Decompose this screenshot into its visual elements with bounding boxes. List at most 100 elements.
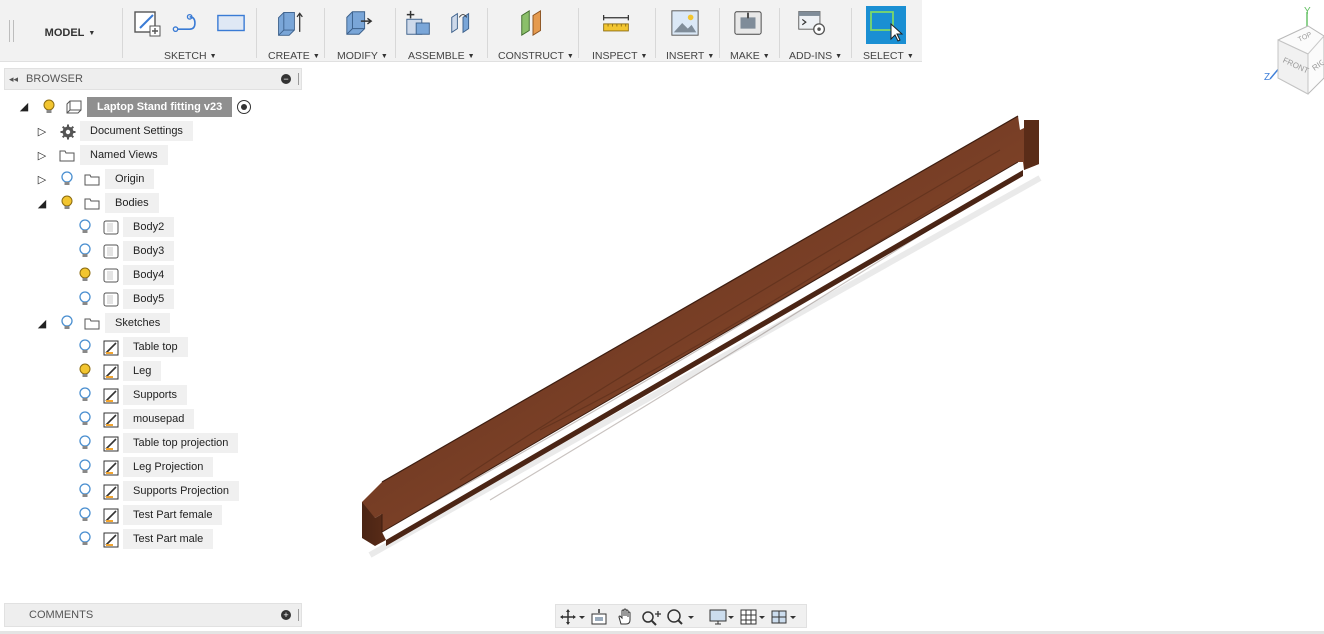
viewcube[interactable]: Y Z TOP FRONT RIGHT — [1262, 6, 1324, 98]
collapse-icon[interactable]: − — [281, 74, 291, 84]
axis-y-label: Y — [1304, 6, 1311, 17]
visibility-bulb-icon[interactable] — [78, 291, 92, 307]
look-at-icon[interactable] — [590, 608, 610, 626]
collapse-triangle-icon[interactable]: ◢ — [18, 99, 30, 113]
visibility-bulb-icon[interactable] — [78, 363, 92, 379]
offset-plane-icon[interactable] — [518, 8, 548, 38]
orbit-icon[interactable] — [559, 608, 585, 626]
insert-image-icon[interactable] — [670, 8, 700, 38]
tree-item-body3[interactable]: Body3 — [123, 241, 175, 261]
zoom-window-icon[interactable] — [666, 608, 694, 626]
visibility-bulb-icon[interactable] — [78, 339, 92, 355]
sketch-icon — [103, 484, 119, 500]
tree-item-sketch[interactable]: mousepad — [123, 409, 195, 429]
toolbar-separator — [578, 8, 579, 58]
toolbar-separator — [719, 8, 720, 58]
viewports-icon[interactable] — [770, 608, 796, 626]
tree-item-sketch[interactable]: Supports — [123, 385, 188, 405]
collapse-left-icon[interactable]: ◂◂ — [9, 74, 18, 85]
tree-item-sketch[interactable]: Test Part male — [123, 529, 214, 549]
folder-icon — [84, 197, 100, 211]
grid-settings-icon[interactable] — [739, 608, 765, 626]
visibility-bulb-icon[interactable] — [60, 315, 74, 331]
toolbar-separator — [122, 8, 123, 58]
create-sketch-icon[interactable] — [132, 8, 162, 38]
visibility-bulb-icon[interactable] — [60, 195, 74, 211]
visibility-bulb-icon[interactable] — [78, 531, 92, 547]
panel-pin-icon[interactable] — [298, 609, 300, 621]
tree-item-sketch[interactable]: Table top projection — [123, 433, 239, 453]
workspace-dropdown[interactable]: MODEL ▼ — [30, 20, 110, 46]
pan-hand-icon[interactable] — [616, 608, 636, 626]
rectangle-tool-icon[interactable] — [216, 8, 246, 38]
tree-item-document-settings[interactable]: Document Settings — [80, 121, 193, 141]
visibility-bulb-icon[interactable] — [78, 219, 92, 235]
visibility-bulb-icon[interactable] — [78, 483, 92, 499]
expand-triangle-icon[interactable]: ▷ — [36, 124, 48, 138]
visibility-bulb-icon[interactable] — [78, 267, 92, 283]
inspect-menu[interactable]: INSPECT ▼ — [592, 50, 647, 62]
line-tool-icon[interactable] — [172, 8, 202, 38]
insert-menu[interactable]: INSERT ▼ — [666, 50, 714, 62]
tree-item-sketches[interactable]: Sketches — [105, 313, 171, 333]
visibility-bulb-icon[interactable] — [78, 411, 92, 427]
visibility-bulb-icon[interactable] — [42, 99, 56, 115]
visibility-bulb-icon[interactable] — [78, 435, 92, 451]
root-component-label[interactable]: Laptop Stand fitting v23 — [87, 97, 233, 117]
add-ins-menu[interactable]: ADD-INS ▼ — [789, 50, 842, 62]
joint-icon[interactable] — [448, 8, 478, 38]
comments-panel-header[interactable]: COMMENTS + — [4, 603, 302, 627]
fusion-window: MODEL ▼ SKETCH ▼ CREATE ▼ MODIFY ▼ ASSEM… — [0, 0, 1324, 634]
zoom-icon[interactable] — [641, 608, 661, 626]
tree-item-sketch[interactable]: Supports Projection — [123, 481, 239, 501]
tree-item-body5[interactable]: Body5 — [123, 289, 175, 309]
component-icon — [66, 100, 82, 114]
expand-triangle-icon[interactable]: ▷ — [36, 148, 48, 162]
select-tool-icon[interactable] — [866, 6, 906, 44]
tree-item-sketch[interactable]: Table top — [123, 337, 188, 357]
new-component-icon[interactable] — [404, 8, 434, 38]
body-icon — [103, 244, 119, 259]
collapse-triangle-icon[interactable]: ◢ — [36, 196, 48, 210]
toolbar-separator — [256, 8, 257, 58]
extrude-icon[interactable] — [275, 8, 305, 38]
visibility-bulb-icon[interactable] — [78, 243, 92, 259]
modify-menu[interactable]: MODIFY ▼ — [337, 50, 388, 62]
display-settings-icon[interactable] — [708, 608, 734, 626]
construct-menu[interactable]: CONSTRUCT ▼ — [498, 50, 574, 62]
sketch-icon — [103, 388, 119, 404]
visibility-bulb-icon[interactable] — [78, 387, 92, 403]
toolbar-separator — [655, 8, 656, 58]
measure-icon[interactable] — [601, 8, 631, 38]
scripts-addins-icon[interactable] — [797, 8, 827, 38]
sketch-icon — [103, 532, 119, 548]
panel-pin-icon[interactable] — [298, 73, 300, 85]
select-menu[interactable]: SELECT ▼ — [863, 50, 914, 62]
3d-print-icon[interactable] — [733, 8, 763, 38]
create-menu[interactable]: CREATE ▼ — [268, 50, 320, 62]
activate-radio-icon[interactable] — [237, 100, 251, 114]
tree-item-bodies[interactable]: Bodies — [105, 193, 159, 213]
press-pull-icon[interactable] — [344, 8, 374, 38]
tree-item-sketch[interactable]: Leg Projection — [123, 457, 214, 477]
visibility-bulb-icon[interactable] — [78, 507, 92, 523]
collapse-triangle-icon[interactable]: ◢ — [36, 316, 48, 330]
expand-triangle-icon[interactable]: ▷ — [36, 172, 48, 186]
tree-item-sketch[interactable]: Leg — [123, 361, 162, 381]
tree-item-body2[interactable]: Body2 — [123, 217, 175, 237]
toolbar-grip[interactable] — [9, 20, 14, 42]
tree-item-sketch[interactable]: Test Part female — [123, 505, 223, 525]
add-comment-icon[interactable]: + — [281, 610, 291, 620]
laptop-stand-model[interactable] — [340, 100, 1060, 570]
visibility-bulb-icon[interactable] — [78, 459, 92, 475]
axis-z-label: Z — [1264, 72, 1271, 83]
tree-item-named-views[interactable]: Named Views — [80, 145, 168, 165]
tree-item-origin[interactable]: Origin — [105, 169, 155, 189]
make-menu[interactable]: MAKE ▼ — [730, 50, 770, 62]
assemble-menu[interactable]: ASSEMBLE ▼ — [408, 50, 475, 62]
tree-item-body4[interactable]: Body4 — [123, 265, 175, 285]
sketch-icon — [103, 436, 119, 452]
browser-panel-header[interactable]: ◂◂ BROWSER − — [4, 68, 302, 90]
sketch-menu[interactable]: SKETCH ▼ — [164, 50, 217, 62]
visibility-bulb-icon[interactable] — [60, 171, 74, 187]
